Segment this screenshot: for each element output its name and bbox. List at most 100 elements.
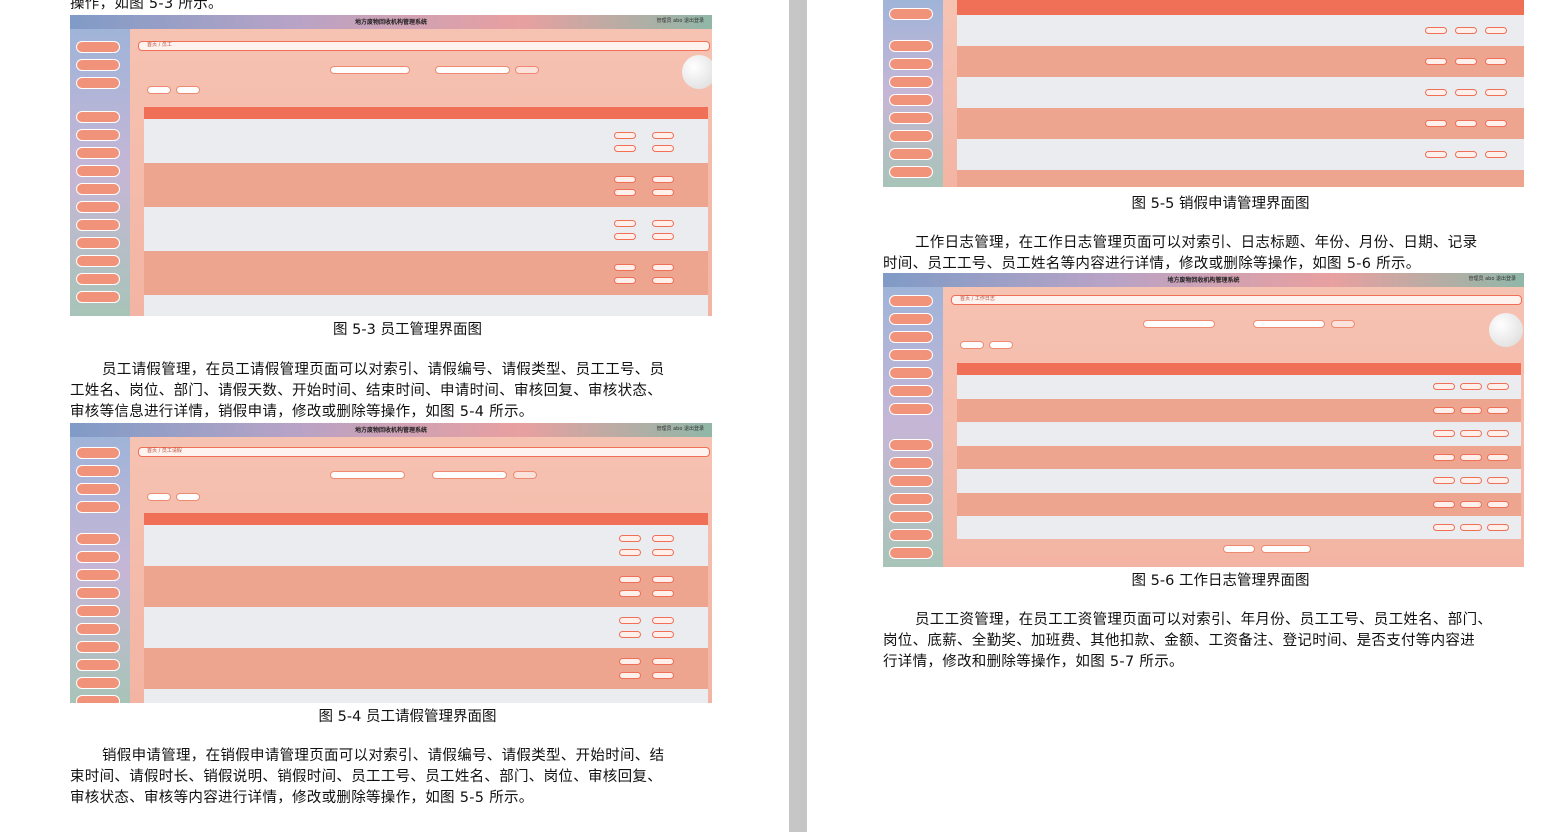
- sidebar-item: [76, 623, 120, 635]
- sidebar-item: [889, 40, 933, 52]
- op-button: [1433, 383, 1455, 390]
- breadcrumb: 首页 / 员工: [138, 41, 710, 51]
- sidebar-item: [76, 129, 120, 141]
- op-button: [1425, 120, 1447, 127]
- add-button: [960, 341, 984, 349]
- op-button: [619, 617, 641, 624]
- op-button: [1433, 524, 1455, 531]
- table-header: [957, 363, 1521, 375]
- screenshot-sidebar: [883, 0, 943, 187]
- para-line: 行详情，修改和删除等操作，如图 5-7 所示。: [883, 654, 1184, 670]
- sidebar-item: [889, 493, 933, 505]
- sidebar-item: [76, 659, 120, 671]
- op-button: [652, 672, 674, 679]
- op-button: [1487, 430, 1509, 437]
- search-input: [435, 66, 510, 74]
- add-button: [147, 493, 171, 501]
- op-button: [1460, 524, 1482, 531]
- sidebar-item: [76, 569, 120, 581]
- op-button: [1433, 406, 1455, 414]
- sidebar-item: [76, 273, 120, 285]
- para-leave-management: 员工请假管理，在员工请假管理页面可以对索引、请假编号、请假类型、员工工号、员 工…: [70, 360, 720, 423]
- para-line: 员工工资管理，在员工工资管理页面可以对索引、年月份、员工工号、员工姓名、部门、: [915, 612, 1493, 628]
- op-button: [1485, 120, 1507, 127]
- sidebar-item: [889, 130, 933, 142]
- table-row: [957, 77, 1524, 108]
- breadcrumb: 首页 / 员工请假: [138, 447, 710, 457]
- para-line: 员工请假管理，在员工请假管理页面可以对索引、请假编号、请假类型、员工工号、员: [102, 362, 665, 378]
- para-line: 束时间、请假时长、销假说明、销假时间、员工工号、员工姓名、部门、岗位、审核回复、: [70, 769, 662, 785]
- op-button: [619, 590, 641, 597]
- op-button: [1455, 58, 1477, 65]
- sidebar-item: [76, 291, 120, 303]
- table-row: [957, 492, 1521, 516]
- table-row: [957, 469, 1521, 493]
- op-button: [614, 277, 636, 284]
- table-row: [144, 119, 708, 163]
- screenshot-sidebar: [70, 437, 130, 703]
- op-button: [1433, 477, 1455, 484]
- table-header: [957, 0, 1524, 15]
- breadcrumb: 首页 / 工作日志: [951, 295, 1522, 305]
- op-button: [1460, 500, 1482, 508]
- sidebar-item: [76, 77, 120, 89]
- search-input: [330, 471, 405, 479]
- table-row: [144, 525, 708, 566]
- sidebar-item: [889, 529, 933, 541]
- op-button: [1433, 500, 1455, 508]
- op-button: [1455, 27, 1477, 34]
- figure-5-4-screenshot: 地方废物回收机构管理系统 管理员 abo 退出登录 首页 / 员工请假: [70, 423, 712, 703]
- sidebar-item: [76, 587, 120, 599]
- table-row: [957, 15, 1524, 46]
- op-button: [1487, 406, 1509, 414]
- system-title: 地方废物回收机构管理系统: [354, 427, 427, 434]
- op-button: [652, 658, 674, 665]
- search-button: [513, 471, 537, 479]
- op-button: [1460, 406, 1482, 414]
- sidebar-item: [889, 403, 933, 415]
- op-button: [1487, 500, 1509, 508]
- user-info: 管理员 abo 退出登录: [1468, 276, 1516, 282]
- figure-5-3-screenshot: 地方废物回收机构管理系统 管理员 abo 退出登录 首页 / 员工: [70, 15, 712, 316]
- op-button: [614, 176, 636, 183]
- table-row: [144, 566, 708, 607]
- sidebar-item: [889, 349, 933, 361]
- op-button: [652, 233, 674, 240]
- op-button: [652, 576, 674, 583]
- sidebar-item: [76, 483, 120, 495]
- sidebar-item: [76, 695, 120, 703]
- op-button: [1455, 89, 1477, 96]
- sidebar-item: [76, 465, 120, 477]
- op-button: [652, 176, 674, 183]
- sidebar-item: [889, 313, 933, 325]
- sidebar-item: [889, 547, 933, 559]
- op-button: [619, 631, 641, 638]
- sidebar-item: [889, 8, 933, 20]
- op-button: [652, 631, 674, 638]
- search-button: [515, 66, 539, 74]
- sidebar-item: [76, 41, 120, 53]
- data-table: [144, 107, 708, 316]
- sidebar-item: [76, 201, 120, 213]
- sidebar-item: [889, 295, 933, 307]
- sidebar-item: [889, 385, 933, 397]
- sidebar-item: [76, 219, 120, 231]
- table-row: [957, 108, 1524, 139]
- delete-button: [176, 86, 200, 94]
- table-row: [957, 170, 1524, 187]
- pagination: [1261, 545, 1311, 553]
- op-button: [1433, 430, 1455, 437]
- sidebar-item: [76, 605, 120, 617]
- figure-5-5-screenshot: [883, 0, 1524, 187]
- table-row: [957, 375, 1521, 399]
- page-gutter: [789, 0, 807, 832]
- caption-fig-5-4: 图 5-4 员工请假管理界面图: [318, 709, 497, 725]
- op-button: [1487, 477, 1509, 484]
- table-row: [144, 295, 708, 316]
- op-button: [1425, 58, 1447, 65]
- op-button: [1485, 151, 1507, 158]
- system-title: 地方废物回收机构管理系统: [1167, 277, 1240, 284]
- op-button: [619, 576, 641, 583]
- op-button: [652, 220, 674, 227]
- sidebar-item: [76, 183, 120, 195]
